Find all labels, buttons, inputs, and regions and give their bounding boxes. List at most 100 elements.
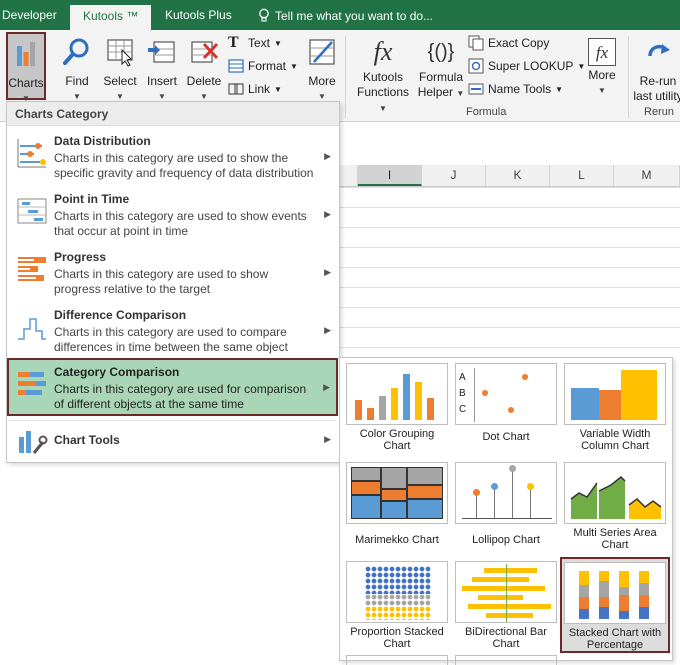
stacked-percentage-chart-thumb [564, 562, 666, 624]
chart-card-marimekko[interactable]: Marimekko Chart [344, 462, 450, 546]
thumb-bar [507, 604, 551, 609]
charts-category-menu: Charts Category Data Distribution Charts… [6, 101, 340, 463]
thumb-bar [507, 613, 533, 618]
category-comparison-icon [18, 372, 46, 395]
column-headers: I J K L M [338, 165, 680, 187]
difference-comparison-icon [18, 318, 46, 340]
thumb-block [381, 467, 407, 489]
formula-helper-label-1: Formula [418, 70, 463, 84]
column-header[interactable] [338, 165, 358, 186]
chart-card-bidirectional-bar[interactable]: BiDirectional Bar Chart [453, 561, 559, 650]
rerun-label-2: last utility [633, 89, 680, 103]
fx-box-icon: fx [588, 38, 616, 66]
thumb-segment [639, 595, 649, 607]
chevron-down-icon: ▼ [456, 89, 465, 98]
tell-me-box[interactable]: Tell me what you want to do... [258, 8, 433, 23]
thumb-segment [579, 571, 589, 585]
menu-item-progress[interactable]: Progress Charts in this category are use… [9, 245, 337, 301]
column-header-m[interactable]: M [614, 165, 680, 186]
thumb-bar [403, 374, 410, 420]
delete-button[interactable]: Delete ▼ [184, 36, 224, 104]
chart-card-label: Stacked Chart with Percentage [568, 627, 662, 651]
column-header-i[interactable]: I [358, 165, 422, 186]
exact-copy-icon [468, 35, 484, 51]
menu-item-difference-comparison[interactable]: Difference Comparison Charts in this cat… [9, 303, 337, 359]
menu-item-category-comparison[interactable]: Category Comparison Charts in this categ… [7, 358, 338, 416]
thumb-stick [512, 470, 513, 518]
thumb-bar [571, 388, 599, 420]
delete-icon [191, 41, 219, 63]
chart-card-partial[interactable] [346, 655, 448, 665]
kutools-functions-button[interactable]: fx Kutools Functions ▼ [352, 36, 414, 116]
thumb-bar [391, 388, 398, 420]
chart-card-dot[interactable]: A B C Dot Chart [453, 363, 559, 443]
thumb-dot [473, 489, 480, 496]
menu-item-desc: Charts in this category are used for com… [54, 382, 307, 411]
chart-card-lollipop[interactable]: Lollipop Chart [453, 462, 559, 546]
thumb-block [351, 481, 381, 495]
chevron-down-icon: ▼ [274, 38, 282, 48]
menu-item-desc: Charts in this category are used to comp… [54, 325, 288, 354]
more-button[interactable]: More ▼ [304, 36, 340, 104]
chevron-right-icon: ▶ [324, 267, 331, 277]
ribbon-separator [628, 36, 629, 118]
chart-card-label: Lollipop Chart [472, 534, 540, 546]
insert-button[interactable]: Insert ▼ [144, 36, 180, 104]
thumb-stick [494, 488, 495, 518]
thumb-bar [472, 577, 506, 582]
thumb-bar [379, 396, 386, 420]
thumb-segment [579, 597, 589, 609]
chart-card-label: Dot Chart [482, 431, 530, 443]
kutools-functions-label-1: Kutools [362, 70, 404, 84]
chart-card-label: Multi Series Area Chart [573, 527, 657, 551]
chevron-right-icon: ▶ [324, 434, 331, 444]
select-button[interactable]: Select ▼ [100, 36, 140, 104]
chart-card-proportion-stacked[interactable]: Proportion Stacked Chart [344, 561, 450, 650]
find-button[interactable]: Find ▼ [58, 36, 96, 104]
formula-helper-button[interactable]: {()} Formula Helper ▼ [414, 36, 468, 101]
thumb-block [351, 467, 381, 481]
chart-card-stacked-percentage[interactable]: Stacked Chart with Percentage [560, 557, 670, 653]
format-label: Format [248, 59, 287, 73]
category-comparison-submenu: Color Grouping Chart A B C Dot Chart Var… [339, 357, 673, 665]
insert-icon [148, 41, 175, 63]
thumb-bar [507, 577, 529, 582]
more-formula-button[interactable]: fx More ▼ [584, 36, 620, 98]
rerun-label-1: Re-run [639, 74, 677, 88]
chart-card-multi-series-area[interactable]: Multi Series Area Chart [562, 462, 668, 551]
tab-kutools-plus[interactable]: Kutools Plus [165, 8, 232, 22]
chart-card-color-grouping[interactable]: Color Grouping Chart [344, 363, 450, 452]
chevron-right-icon: ▶ [324, 325, 331, 335]
super-lookup-button[interactable]: Super LOOKUP ▼ [468, 56, 585, 76]
thumb-bar [486, 613, 506, 618]
super-lookup-icon [468, 58, 484, 74]
column-header-k[interactable]: K [486, 165, 550, 186]
name-tools-button[interactable]: Name Tools ▼ [468, 79, 563, 99]
menu-item-point-in-time[interactable]: Point in Time Charts in this category ar… [9, 187, 337, 243]
thumb-segment [599, 581, 609, 597]
menu-item-chart-tools[interactable]: Chart Tools ▶ [9, 420, 337, 458]
data-distribution-icon [17, 139, 46, 168]
worksheet-grid[interactable] [338, 187, 680, 362]
thumb-block [381, 501, 407, 519]
charts-button[interactable]: Charts ▼ [6, 32, 46, 103]
menu-item-data-distribution[interactable]: Data Distribution Charts in this categor… [9, 129, 337, 185]
charts-label: Charts [8, 76, 44, 90]
thumb-bar [507, 586, 545, 591]
thumb-dot [509, 465, 516, 472]
link-button[interactable]: Link ▼ [228, 79, 282, 99]
column-header-l[interactable]: L [550, 165, 614, 186]
chart-card-variable-width[interactable]: Variable Width Column Chart [562, 363, 668, 452]
tab-kutools[interactable]: Kutools ™ [70, 5, 152, 31]
column-header-j[interactable]: J [422, 165, 486, 186]
fx-icon: fx [373, 37, 393, 66]
thumb-segment [619, 571, 629, 587]
text-button[interactable]: T Text ▼ [228, 33, 282, 53]
rerun-button[interactable]: Re-run last utility [630, 36, 680, 104]
chart-card-partial[interactable] [455, 655, 557, 665]
format-button[interactable]: Format ▼ [228, 56, 298, 76]
tab-developer[interactable]: Developer [2, 8, 57, 22]
exact-copy-button[interactable]: Exact Copy [468, 33, 549, 53]
lightbulb-icon [259, 8, 269, 22]
thumb-bar [355, 400, 362, 420]
